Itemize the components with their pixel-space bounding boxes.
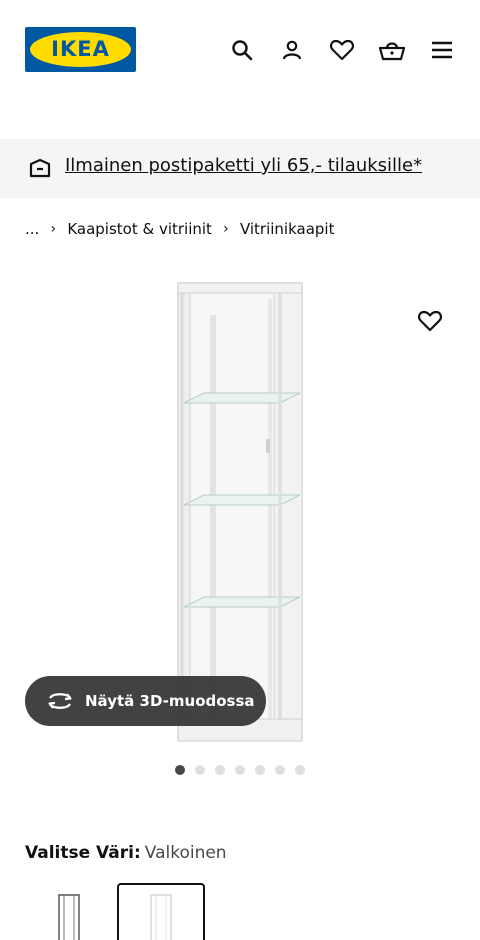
product-gallery[interactable]: Näytä 3D-muodossa — [0, 265, 480, 775]
carousel-dot[interactable] — [235, 765, 245, 775]
carousel-dot[interactable] — [275, 765, 285, 775]
breadcrumb: ... › Kaapistot & vitriinit › Vitriinika… — [25, 219, 334, 239]
ikea-logo[interactable]: IKEA — [25, 27, 136, 72]
view-3d-button[interactable]: Näytä 3D-muodossa — [25, 676, 266, 726]
breadcrumb-item-cabinets[interactable]: Kaapistot & vitriinit — [67, 220, 212, 238]
chevron-right-icon: › — [223, 221, 229, 237]
basket-icon[interactable] — [378, 36, 406, 64]
color-selector-label: Valitse Väri: Valkoinen — [25, 843, 227, 863]
color-value: Valkoinen — [144, 843, 227, 863]
view-3d-label: Näytä 3D-muodossa — [85, 692, 255, 710]
color-option-black-brown[interactable] — [25, 883, 113, 940]
breadcrumb-item-display-cabinets[interactable]: Vitriinikaapit — [240, 220, 335, 238]
carousel-dot[interactable] — [295, 765, 305, 775]
carousel-dot[interactable] — [215, 765, 225, 775]
carousel-dots[interactable] — [0, 765, 480, 777]
heart-icon[interactable] — [328, 36, 356, 64]
breadcrumb-ellipsis[interactable]: ... — [25, 220, 39, 238]
rotate-3d-icon — [45, 690, 75, 712]
promo-banner[interactable]: Ilmainen postipaketti yli 65,- tilauksil… — [0, 139, 480, 198]
account-icon[interactable] — [278, 36, 306, 64]
color-option-white[interactable] — [117, 883, 205, 940]
favourite-heart-icon[interactable] — [416, 307, 444, 335]
promo-link[interactable]: Ilmainen postipaketti yli 65,- tilauksil… — [65, 155, 422, 176]
search-icon[interactable] — [228, 36, 256, 64]
color-label: Valitse Väri: — [25, 843, 141, 863]
delivery-box-icon — [28, 156, 52, 180]
menu-icon[interactable] — [428, 36, 456, 64]
logo-text: IKEA — [51, 37, 110, 61]
site-header: IKEA — [0, 0, 480, 100]
chevron-right-icon: › — [50, 221, 57, 237]
carousel-dot[interactable] — [255, 765, 265, 775]
carousel-dot[interactable] — [195, 765, 205, 775]
carousel-dot[interactable] — [175, 765, 185, 775]
